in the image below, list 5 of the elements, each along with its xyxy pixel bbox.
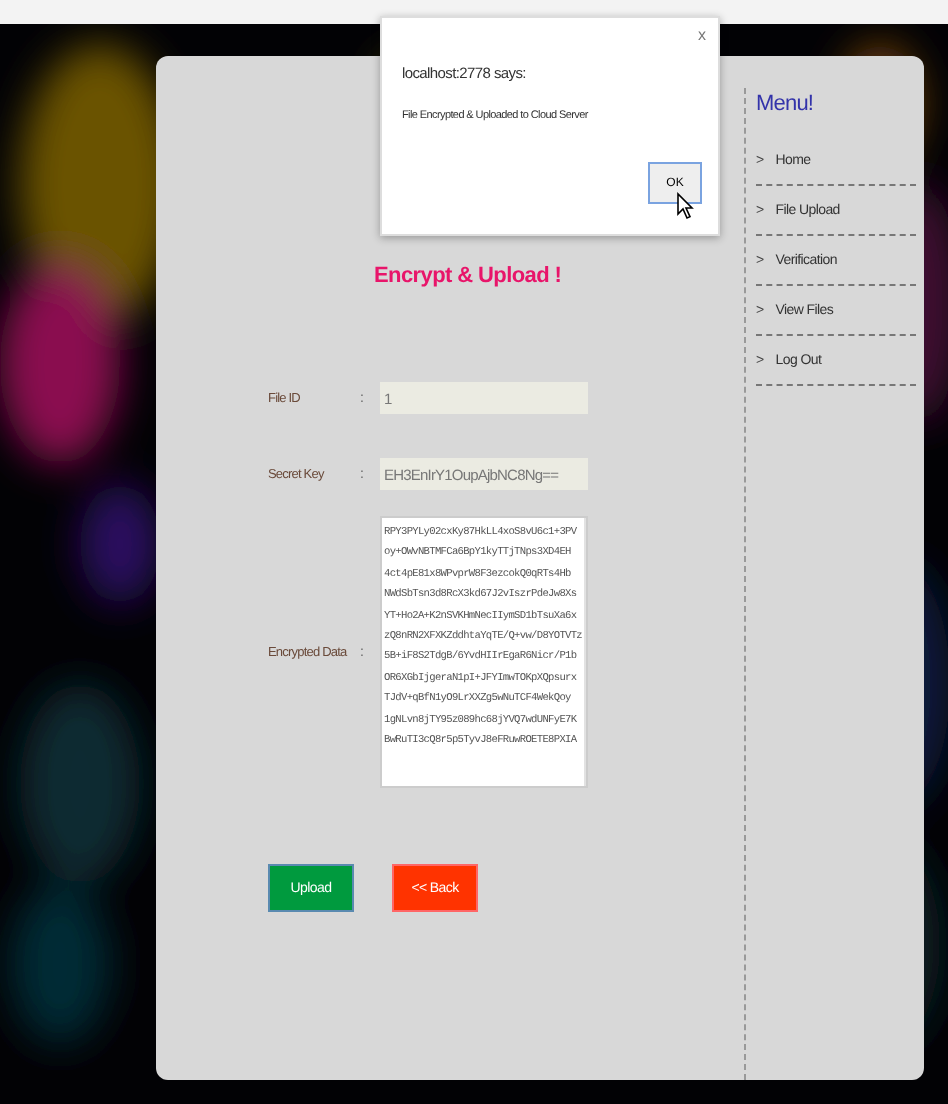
encrypted-data-textarea[interactable]: [380, 516, 588, 788]
menu-title: Menu!: [756, 90, 816, 120]
pointer-cursor-icon: [676, 192, 694, 220]
close-button[interactable]: x: [698, 26, 706, 44]
page-heading: Encrypt & Upload !: [374, 264, 564, 292]
